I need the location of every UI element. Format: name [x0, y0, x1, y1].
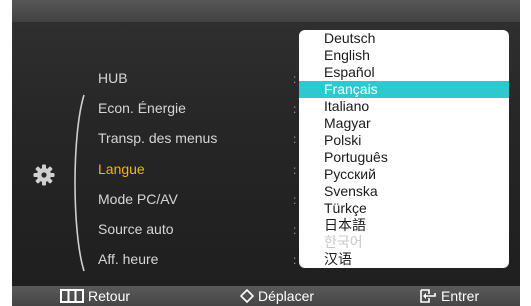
language-option[interactable]: 日本語	[299, 217, 509, 234]
osd-top-bar	[12, 0, 520, 22]
menu-item[interactable]: Aff. heure	[98, 249, 158, 269]
osd-window: HUB Econ. Énergie Transp. des menus Langue M…	[12, 0, 520, 306]
language-option[interactable]: Español	[299, 64, 509, 81]
enter-hint[interactable]: Entrer	[419, 288, 479, 304]
language-option[interactable]: Deutsch	[299, 30, 509, 47]
language-dropdown[interactable]: Deutsch English Español Français Italiano Mag…	[299, 30, 509, 268]
language-option[interactable]: 汉语	[299, 251, 509, 268]
move-label: Déplacer	[258, 288, 315, 304]
menu-item[interactable]: Source auto	[98, 219, 174, 239]
back-hint[interactable]: Retour	[60, 288, 130, 304]
language-option[interactable]: Italiano	[299, 98, 509, 115]
up-down-arrows-icon	[240, 289, 254, 303]
language-option[interactable]: Português	[299, 149, 509, 166]
menu-button-icon	[60, 289, 84, 303]
language-option[interactable]: English	[299, 47, 509, 64]
move-hint[interactable]: Déplacer	[240, 288, 314, 304]
language-option[interactable]: Svenska	[299, 183, 509, 200]
language-option[interactable]: Magyar	[299, 115, 509, 132]
enter-label: Entrer	[441, 288, 480, 304]
enter-source-icon	[420, 289, 436, 303]
language-option[interactable]: Polski	[299, 132, 509, 149]
language-option[interactable]: Русский	[299, 166, 509, 183]
menu-bracket-decoration	[74, 94, 85, 272]
back-label: Retour	[88, 288, 131, 304]
language-option[interactable]: Türkçe	[299, 200, 509, 217]
menu-item[interactable]: HUB	[98, 68, 128, 88]
menu-item[interactable]: Mode PC/AV	[98, 189, 178, 209]
language-option[interactable]: Français	[299, 81, 509, 98]
language-option[interactable]: 한국어	[299, 234, 509, 251]
menu-item[interactable]: Transp. des menus	[98, 128, 217, 148]
menu-item[interactable]: Langue	[98, 159, 145, 179]
gear-icon	[33, 164, 55, 186]
osd-footer: Retour Déplacer Entrer	[12, 286, 520, 306]
menu-item[interactable]: Econ. Énergie	[98, 98, 186, 118]
